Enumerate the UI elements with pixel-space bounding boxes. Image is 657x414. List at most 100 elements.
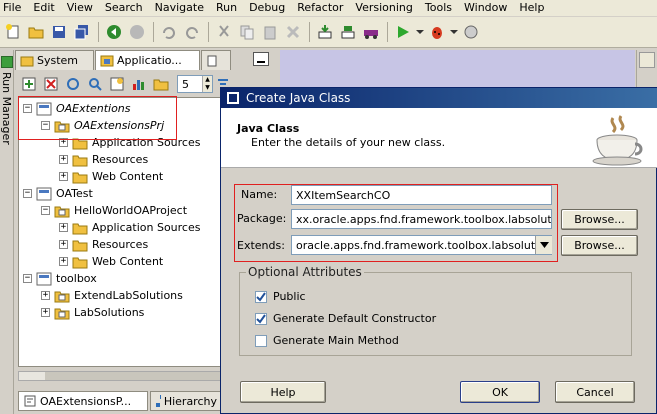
tree-node[interactable]: + Resources bbox=[59, 151, 148, 168]
spinner-arrows-icon[interactable]: ▲ ▼ bbox=[202, 76, 212, 92]
collapse-minus-icon[interactable]: − bbox=[41, 206, 50, 215]
tree-node[interactable]: + Web Content bbox=[59, 168, 163, 185]
folder-icon bbox=[72, 240, 88, 251]
depth-spinner[interactable]: 5 ▲ ▼ bbox=[177, 75, 213, 93]
help-button[interactable]: Help bbox=[240, 381, 326, 403]
expand-plus-icon[interactable]: + bbox=[59, 155, 68, 164]
run-button[interactable] bbox=[392, 21, 414, 43]
profile-icon bbox=[464, 25, 478, 39]
folder-icon bbox=[72, 155, 88, 166]
rebuild-button[interactable] bbox=[337, 21, 359, 43]
run-dropdown-button[interactable] bbox=[415, 21, 425, 43]
deploy-button[interactable] bbox=[360, 21, 382, 43]
dialog-header-title: Java Class bbox=[237, 122, 300, 135]
new-button[interactable] bbox=[2, 21, 24, 43]
menu-debug[interactable]: Debug bbox=[244, 0, 292, 16]
cancel-button[interactable]: Cancel bbox=[555, 381, 635, 403]
tab-system[interactable]: System bbox=[15, 50, 94, 70]
copy-button[interactable] bbox=[236, 21, 258, 43]
open-button[interactable] bbox=[25, 21, 47, 43]
collapse-minus-icon[interactable]: + bbox=[41, 308, 50, 317]
menu-versioning[interactable]: Versioning bbox=[350, 0, 419, 16]
undo-button[interactable] bbox=[158, 21, 180, 43]
collapse-minus-icon[interactable]: + bbox=[41, 291, 50, 300]
minimize-arrow-icon[interactable] bbox=[1, 56, 13, 68]
redo-button[interactable] bbox=[181, 21, 203, 43]
cut-button[interactable] bbox=[213, 21, 235, 43]
tree-node-label: HelloWorldOAProject bbox=[74, 204, 188, 217]
tree-node[interactable]: + Web Content bbox=[59, 253, 163, 270]
properties-button[interactable] bbox=[107, 74, 127, 94]
new-file-icon bbox=[6, 24, 19, 39]
structure-icon bbox=[24, 395, 36, 407]
collapse-minus-icon[interactable]: − bbox=[23, 274, 32, 283]
connections-icon bbox=[207, 55, 217, 66]
debug-button[interactable] bbox=[426, 21, 448, 43]
chart-button[interactable] bbox=[129, 74, 149, 94]
debug-dropdown-button[interactable] bbox=[449, 21, 459, 43]
delete-button[interactable] bbox=[282, 21, 304, 43]
menu-edit[interactable]: Edit bbox=[28, 0, 61, 16]
menu-help[interactable]: Help bbox=[514, 0, 551, 16]
remove-button[interactable] bbox=[41, 74, 61, 94]
main-method-label: Generate Main Method bbox=[273, 334, 399, 347]
expand-plus-icon[interactable]: + bbox=[59, 240, 68, 249]
refresh-button[interactable] bbox=[63, 74, 83, 94]
open-folder-icon bbox=[28, 27, 44, 39]
run-icon bbox=[398, 26, 409, 38]
component-palette-button[interactable] bbox=[639, 52, 655, 68]
menu-file[interactable]: File bbox=[0, 0, 28, 16]
save-all-button[interactable] bbox=[71, 21, 93, 43]
save-button[interactable] bbox=[48, 21, 70, 43]
main-method-checkbox[interactable]: Generate Main Method bbox=[255, 334, 399, 347]
menu-window[interactable]: Window bbox=[459, 0, 514, 16]
add-button[interactable] bbox=[19, 74, 39, 94]
menu-search[interactable]: Search bbox=[100, 0, 150, 16]
expand-plus-icon[interactable]: + bbox=[59, 257, 68, 266]
highlight-box-project bbox=[18, 96, 177, 140]
package-browse-button[interactable]: Browse... bbox=[561, 209, 638, 230]
tree-node[interactable]: − HelloWorldOAProject bbox=[41, 202, 187, 219]
menu-bar: File Edit View Search Navigate Run Debug… bbox=[0, 0, 657, 16]
tab-connections[interactable] bbox=[201, 50, 231, 70]
tree-node[interactable]: + LabSolutions bbox=[41, 304, 144, 321]
tree-node[interactable]: + Application Sources bbox=[59, 219, 200, 236]
menu-view[interactable]: View bbox=[62, 0, 100, 16]
tab-applications[interactable]: Applicatio... bbox=[95, 50, 200, 70]
forward-button[interactable] bbox=[126, 21, 148, 43]
tree-node[interactable]: + Resources bbox=[59, 236, 148, 253]
minimize-panel-button[interactable] bbox=[253, 52, 269, 66]
tree-node[interactable]: − toolbox bbox=[23, 270, 97, 287]
tree-node[interactable]: − OATest bbox=[23, 185, 93, 202]
tree-node-label: Web Content bbox=[92, 170, 164, 183]
tab-structure-label: OAExtensionsP... bbox=[40, 394, 132, 408]
tab-structure[interactable]: OAExtensionsP... bbox=[18, 391, 148, 411]
extends-browse-button[interactable]: Browse... bbox=[561, 235, 638, 256]
menu-refactor[interactable]: Refactor bbox=[292, 0, 350, 16]
run-manager-tab[interactable]: Run Manager bbox=[0, 72, 14, 172]
menu-tools[interactable]: Tools bbox=[420, 0, 459, 16]
default-constructor-checkbox[interactable]: Generate Default Constructor bbox=[255, 312, 436, 325]
menu-run[interactable]: Run bbox=[211, 0, 244, 16]
collapse-minus-icon[interactable]: − bbox=[23, 189, 32, 198]
save-all-icon bbox=[74, 25, 88, 40]
folder-button[interactable] bbox=[151, 74, 171, 94]
expand-plus-icon[interactable]: + bbox=[59, 172, 68, 181]
public-checkbox[interactable]: Public bbox=[255, 290, 306, 303]
make-button[interactable] bbox=[314, 21, 336, 43]
profile-button[interactable] bbox=[460, 21, 482, 43]
back-button[interactable] bbox=[103, 21, 125, 43]
paste-button[interactable] bbox=[259, 21, 281, 43]
menu-navigate[interactable]: Navigate bbox=[150, 0, 211, 16]
tree-node[interactable]: + ExtendLabSolutions bbox=[41, 287, 183, 304]
dialog-window-icon bbox=[227, 92, 239, 104]
paste-icon bbox=[264, 26, 276, 40]
project-folder-icon bbox=[54, 308, 70, 319]
undo-icon bbox=[163, 27, 175, 39]
tab-hierarchy[interactable]: Hierarchy bbox=[150, 391, 222, 411]
expand-plus-icon[interactable]: + bbox=[59, 223, 68, 232]
find-button[interactable] bbox=[85, 74, 105, 94]
ok-button[interactable]: OK bbox=[460, 381, 540, 403]
tree-node-label: LabSolutions bbox=[74, 306, 145, 319]
system-icon bbox=[20, 56, 34, 66]
